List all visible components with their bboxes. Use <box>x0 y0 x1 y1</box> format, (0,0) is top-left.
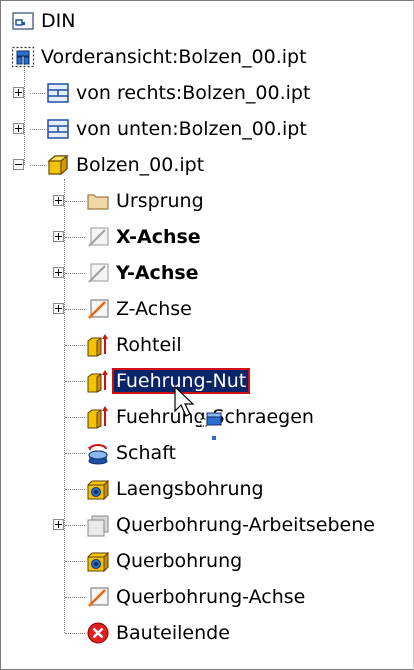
tree-node-label: von rechts:Bolzen_00.ipt <box>76 82 311 104</box>
tree-line <box>30 93 45 94</box>
tree-node-laengsbohrung[interactable]: Laengsbohrung <box>86 474 266 504</box>
tree-line <box>65 309 85 310</box>
tree-node-label: Querbohrung <box>116 550 243 572</box>
hole-icon <box>87 479 109 501</box>
expand-toggle-z-achse[interactable] <box>53 303 64 314</box>
work-axis-icon <box>88 587 109 607</box>
hole-icon <box>87 551 109 573</box>
expand-toggle-von-unten[interactable] <box>13 123 24 134</box>
tree-node-label: Laengsbohrung <box>116 478 264 500</box>
tree-node-label: Z-Achse <box>116 298 192 320</box>
base-view-icon <box>11 46 35 68</box>
tree-node-label: DIN <box>41 10 76 32</box>
extrusion-icon <box>87 406 108 429</box>
work-axis-icon <box>88 227 109 247</box>
revolve-icon <box>88 444 108 465</box>
tree-node-von-rechts[interactable]: von rechts:Bolzen_00.ipt <box>46 78 312 108</box>
tree-node-label: Querbohrung-Arbeitsebene <box>116 514 375 536</box>
tree-line <box>65 633 85 634</box>
tree-node-rohteil[interactable]: Rohteil <box>86 330 184 360</box>
tree-node-din[interactable]: DIN <box>11 6 77 36</box>
tree-node-querbohrung-achse[interactable]: Querbohrung-Achse <box>86 582 307 612</box>
tree-node-label: Vorderansicht:Bolzen_00.ipt <box>41 46 307 68</box>
tree-line <box>65 561 85 562</box>
tree-line <box>65 273 85 274</box>
tree-node-vorderansicht[interactable]: Vorderansicht:Bolzen_00.ipt <box>11 42 309 72</box>
tree-node-ursprung[interactable]: Ursprung <box>86 186 206 216</box>
tree-line <box>65 417 85 418</box>
tree-line <box>64 179 65 633</box>
work-axis-icon <box>88 263 109 283</box>
tree-node-schaft[interactable]: Schaft <box>86 438 178 468</box>
drawing-sheet-icon <box>12 12 34 30</box>
expand-toggle-querbohrung-arbeitsebene[interactable] <box>53 519 64 530</box>
tree-node-querbohrung-arbeitsebene[interactable]: Querbohrung-Arbeitsebene <box>86 510 377 540</box>
folder-icon <box>87 194 109 210</box>
extrusion-icon <box>87 334 108 357</box>
tree-node-label: Ursprung <box>116 190 204 212</box>
tree-line <box>65 597 85 598</box>
tree-node-label: Querbohrung-Achse <box>116 586 306 608</box>
model-browser-panel: DIN Vorderansicht:Bolzen_00.ipt von rech… <box>0 0 414 670</box>
tree-line <box>30 165 45 166</box>
tree-node-bolzen[interactable]: Bolzen_00.ipt <box>46 150 206 180</box>
tree-node-label: Y-Achse <box>116 262 199 284</box>
tree-node-label: Bolzen_00.ipt <box>76 154 205 176</box>
tree-line <box>65 345 85 346</box>
tree-node-von-unten[interactable]: von unten:Bolzen_00.ipt <box>46 114 309 144</box>
collapse-toggle-bolzen[interactable] <box>13 159 24 170</box>
expand-toggle-y-achse[interactable] <box>53 267 64 278</box>
work-axis-icon <box>88 299 109 319</box>
end-of-part-icon <box>87 622 109 644</box>
tree-line <box>65 201 85 202</box>
tree-node-z-achse[interactable]: Z-Achse <box>86 294 194 324</box>
drag-cursor-icon <box>174 385 222 440</box>
tree-line <box>65 525 85 526</box>
tree-node-x-achse[interactable]: X-Achse <box>86 222 203 252</box>
tree-node-y-achse[interactable]: Y-Achse <box>86 258 201 288</box>
extrusion-icon <box>87 370 108 393</box>
tree-node-bauteilende[interactable]: Bauteilende <box>86 618 232 648</box>
tree-node-label: X-Achse <box>116 226 201 248</box>
part-icon <box>47 154 69 176</box>
tree-node-label: von unten:Bolzen_00.ipt <box>76 118 307 140</box>
work-plane-icon <box>87 515 109 537</box>
projected-view-icon <box>47 119 69 139</box>
tree-node-querbohrung[interactable]: Querbohrung <box>86 546 244 576</box>
tree-line <box>65 453 85 454</box>
tree-line <box>65 237 85 238</box>
tree-line <box>65 489 85 490</box>
tree-node-label: Bauteilende <box>116 622 230 644</box>
tree-node-label: Rohteil <box>116 334 182 356</box>
expand-toggle-x-achse[interactable] <box>53 231 64 242</box>
tree-line <box>65 381 85 382</box>
expand-toggle-ursprung[interactable] <box>53 195 64 206</box>
expand-toggle-von-rechts[interactable] <box>13 87 24 98</box>
projected-view-icon <box>47 83 69 103</box>
tree-line <box>30 129 45 130</box>
tree-node-label: Schaft <box>116 442 176 464</box>
